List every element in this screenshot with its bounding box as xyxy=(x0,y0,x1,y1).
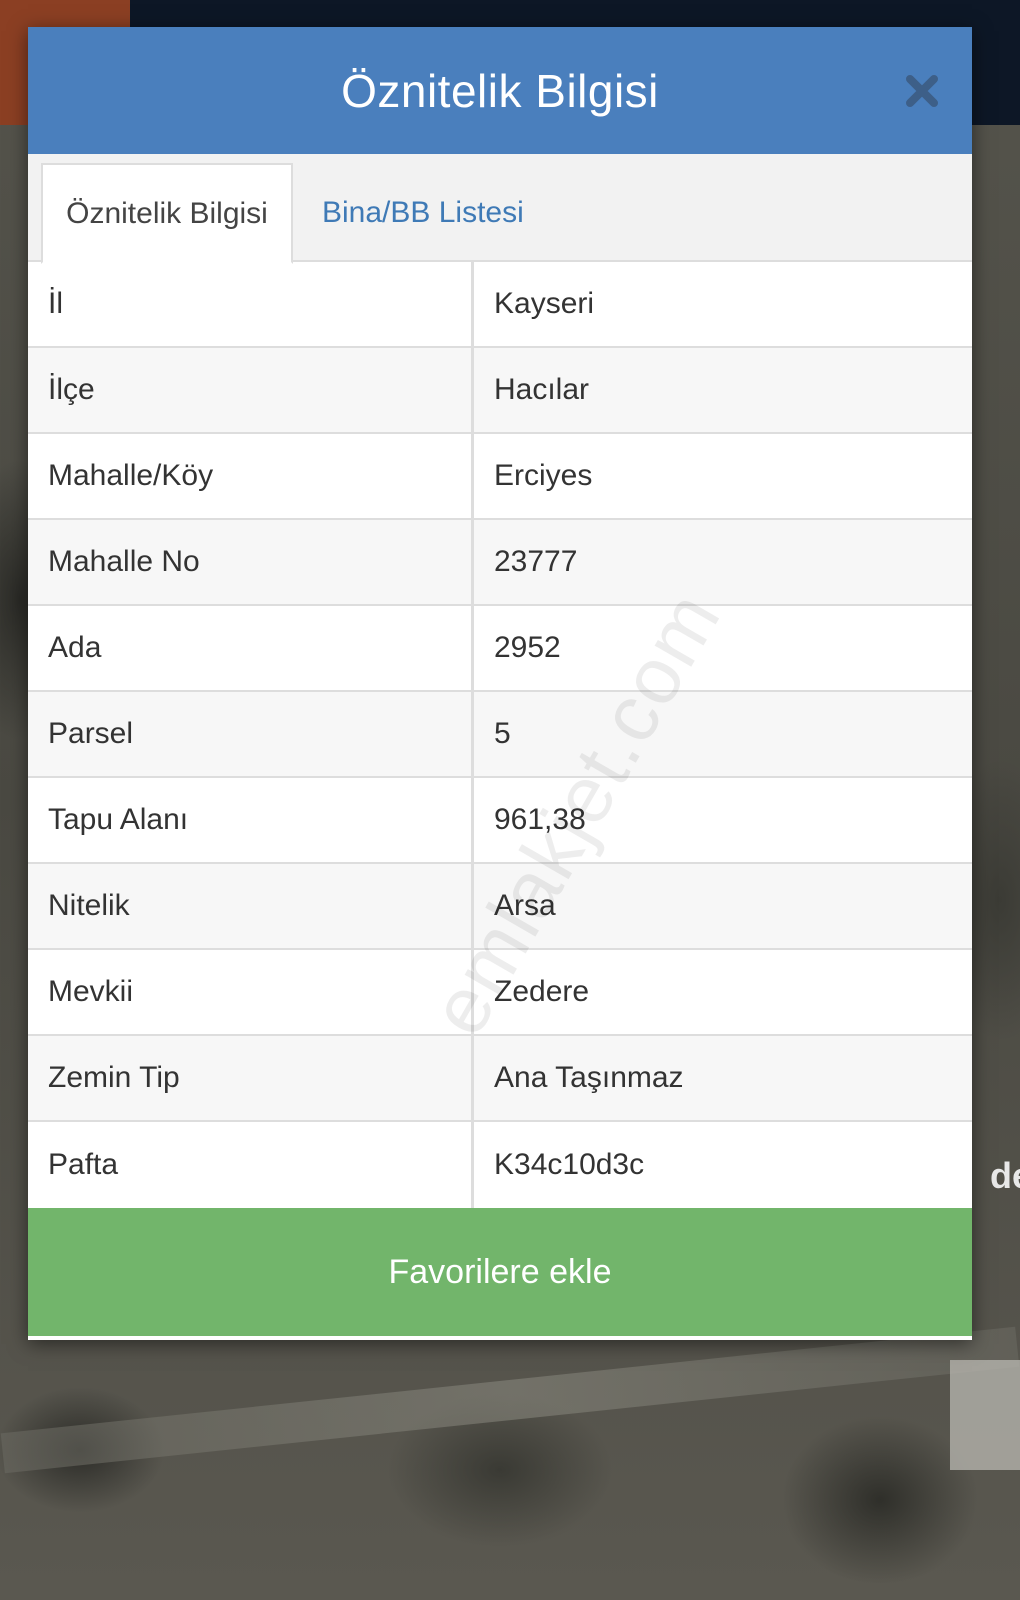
map-label: de xyxy=(990,1155,1020,1196)
map-building xyxy=(950,1360,1020,1470)
tab-building-list[interactable]: Bina/BB Listesi xyxy=(322,163,524,262)
table-row: İlçe Hacılar xyxy=(28,348,972,434)
row-value: Kayseri xyxy=(494,287,595,320)
table-row: Pafta K34c10d3c xyxy=(28,1122,972,1208)
add-to-favorites-button[interactable]: Favorilere ekle xyxy=(28,1208,972,1336)
modal-title: Öznitelik Bilgisi xyxy=(341,64,659,117)
row-key: Mahalle No xyxy=(28,520,474,604)
table-row: Mevkii Zedere xyxy=(28,950,972,1036)
row-key: İlçe xyxy=(28,348,474,432)
table-row: Mahalle/Köy Erciyes xyxy=(28,434,972,520)
row-value: Ana Taşınmaz xyxy=(494,1061,684,1094)
row-key: Ada xyxy=(28,606,474,690)
table-row: Ada 2952 xyxy=(28,606,972,692)
row-key: Mevkii xyxy=(28,950,474,1034)
row-value: 2952 xyxy=(494,631,561,664)
table-row: İl Kayseri xyxy=(28,262,972,348)
close-button[interactable] xyxy=(902,71,942,111)
modal-header: Öznitelik Bilgisi xyxy=(28,27,972,154)
row-value: Zedere xyxy=(494,975,590,1008)
table-row: Nitelik Arsa xyxy=(28,864,972,950)
row-key: Zemin Tip xyxy=(28,1036,474,1120)
close-icon xyxy=(906,75,938,107)
table-row: Mahalle No 23777 xyxy=(28,520,972,606)
row-key: Pafta xyxy=(28,1122,474,1208)
table-row: Tapu Alanı 961,38 xyxy=(28,778,972,864)
row-value: 5 xyxy=(494,717,511,750)
row-value: Erciyes xyxy=(494,459,593,492)
row-key: Nitelik xyxy=(28,864,474,948)
row-value: K34c10d3c xyxy=(494,1148,645,1181)
row-key: Mahalle/Köy xyxy=(28,434,474,518)
table-row: Zemin Tip Ana Taşınmaz xyxy=(28,1036,972,1122)
tab-bar: Öznitelik Bilgisi Bina/BB Listesi xyxy=(28,154,972,264)
table-row: Parsel 5 xyxy=(28,692,972,778)
row-value: Hacılar xyxy=(494,373,590,406)
row-key: Parsel xyxy=(28,692,474,776)
row-value: Arsa xyxy=(494,889,556,922)
row-key: Tapu Alanı xyxy=(28,778,474,862)
row-key: İl xyxy=(28,262,474,346)
row-value: 23777 xyxy=(494,545,578,578)
tab-attribute-info[interactable]: Öznitelik Bilgisi xyxy=(41,163,293,264)
attribute-table: İl Kayseri İlçe Hacılar Mahalle/Köy Erciyes Ma… xyxy=(28,262,972,1208)
attribute-info-modal: Öznitelik Bilgisi Öznitelik Bilgisi Bina… xyxy=(28,27,972,1340)
row-value: 961,38 xyxy=(494,803,586,836)
